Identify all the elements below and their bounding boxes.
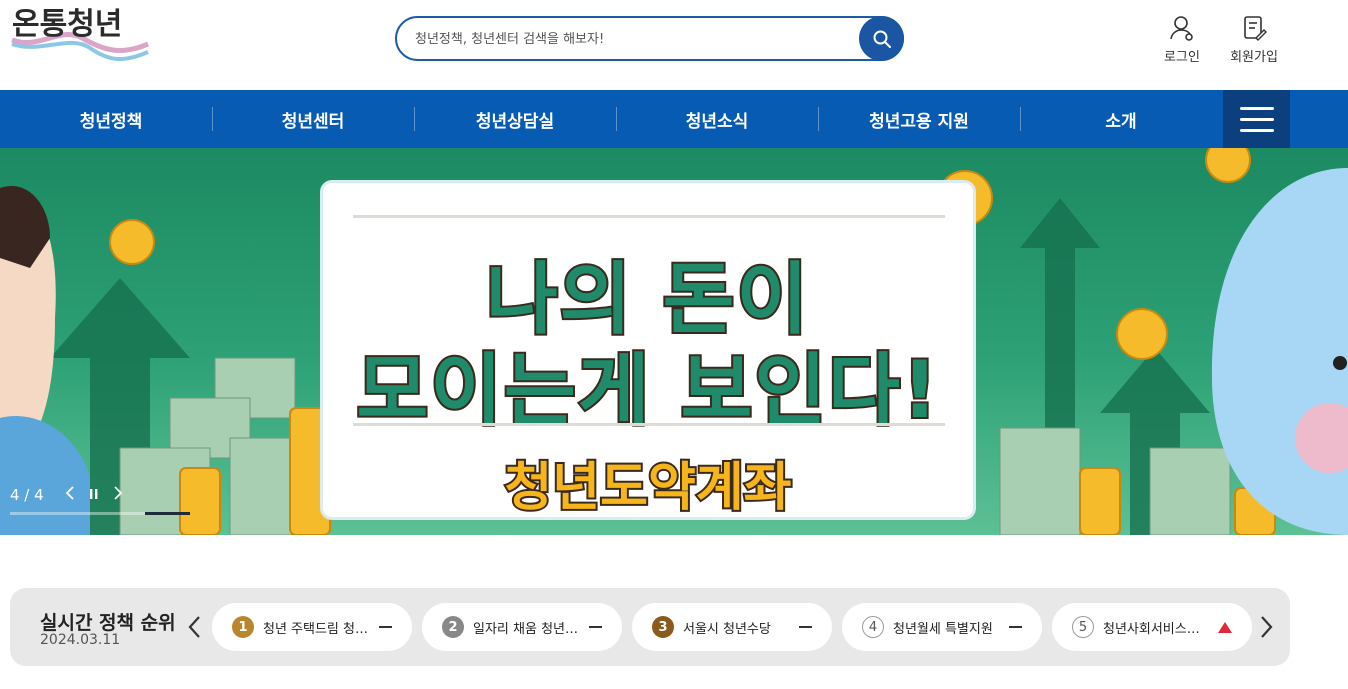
signup-link[interactable]: 회원가입 <box>1222 14 1286 65</box>
rank-number: 3 <box>652 616 674 638</box>
chevron-right-icon <box>1261 616 1273 638</box>
slide-progress-bar <box>10 512 190 515</box>
site-logo[interactable]: 온통청년 <box>10 4 150 66</box>
banner-subtitle: 청년도약계좌 <box>502 456 793 520</box>
card-rule-bottom <box>353 423 945 426</box>
ranking-item-label: 서울시 청년수당 <box>683 621 771 637</box>
ranking-item[interactable]: 1 청년 주택드림 청약통장 <box>212 603 412 651</box>
search-bar <box>395 16 904 61</box>
ranking-item[interactable]: 5 청년사회서비스사업단 <box>1052 603 1252 651</box>
search-icon <box>873 30 891 48</box>
menu-bar <box>1239 106 1274 110</box>
user-icon <box>1170 16 1193 41</box>
chevron-left-icon <box>188 616 200 638</box>
svg-text:온통청년: 온통청년 <box>12 7 122 42</box>
slide-pause-button[interactable] <box>82 486 106 504</box>
trend-same-icon <box>378 620 392 634</box>
login-link[interactable]: 로그인 <box>1150 14 1214 65</box>
ranking-item[interactable]: 4 청년월세 특별지원 <box>842 603 1042 651</box>
ranking-date: 2024.03.11 <box>40 632 121 648</box>
hamburger-menu-button[interactable] <box>1223 90 1290 148</box>
menu-bar <box>1239 128 1274 132</box>
nav-item-about[interactable]: 소개 <box>1020 90 1222 148</box>
trend-up-icon <box>1218 620 1232 634</box>
ranking-item-label: 청년 주택드림 청약통장 <box>263 621 369 637</box>
ranking-item-label: 청년월세 특별지원 <box>893 621 993 637</box>
chevron-left-icon <box>65 486 74 500</box>
hero-banner[interactable]: 나의 돈이 모이는게 보인다! 청년도약계좌 4 / 4 <box>0 148 1348 535</box>
signup-label: 회원가입 <box>1230 50 1278 65</box>
trend-same-icon <box>588 620 602 634</box>
nav-item-counseling[interactable]: 청년상담실 <box>414 90 616 148</box>
slide-next-button[interactable] <box>106 486 130 504</box>
nav-item-employment[interactable]: 청년고용 지원 <box>818 90 1020 148</box>
trend-same-icon <box>1008 620 1022 634</box>
search-input[interactable] <box>415 27 855 51</box>
site-header: 온통청년 로그인 회원가입 <box>0 0 1348 90</box>
menu-bar <box>1239 117 1274 121</box>
realtime-policy-ranking: 실시간 정책 순위 2024.03.11 1 청년 주택드림 청약통장 2 일자… <box>10 588 1290 666</box>
ranking-prev-button[interactable] <box>182 612 206 642</box>
logo-graphic: 온통청년 <box>11 7 149 62</box>
ranking-item-label: 청년사회서비스사업단 <box>1103 621 1209 637</box>
slide-prev-button[interactable] <box>58 486 82 504</box>
banner-card: 나의 돈이 모이는게 보인다! 청년도약계좌 <box>320 180 976 520</box>
rank-number: 2 <box>442 616 464 638</box>
ranking-item-label: 일자리 채움 청년지원금 <box>473 621 579 637</box>
trend-same-icon <box>798 620 812 634</box>
rank-number: 4 <box>862 616 884 638</box>
nav-item-policy[interactable]: 청년정책 <box>10 90 212 148</box>
edit-document-icon <box>1244 16 1267 41</box>
chevron-right-icon <box>114 486 122 500</box>
nav-item-center[interactable]: 청년센터 <box>212 90 414 148</box>
rank-number: 1 <box>232 616 254 638</box>
ranking-item[interactable]: 3 서울시 청년수당 <box>632 603 832 651</box>
ranking-next-button[interactable] <box>1255 612 1279 642</box>
search-button[interactable] <box>859 16 904 61</box>
rank-number: 5 <box>1072 616 1094 638</box>
login-label: 로그인 <box>1164 50 1200 65</box>
nav-item-news[interactable]: 청년소식 <box>616 90 818 148</box>
slide-progress-fill <box>145 512 190 515</box>
card-rule-top <box>353 215 945 218</box>
ranking-title: 실시간 정책 순위 <box>40 612 176 634</box>
slider-controls: 4 / 4 <box>10 486 130 504</box>
main-navigation: 청년정책 청년센터 청년상담실 청년소식 청년고용 지원 소개 <box>0 90 1348 148</box>
pause-icon <box>89 489 98 499</box>
ranking-item[interactable]: 2 일자리 채움 청년지원금 <box>422 603 622 651</box>
slide-counter: 4 / 4 <box>10 486 44 504</box>
